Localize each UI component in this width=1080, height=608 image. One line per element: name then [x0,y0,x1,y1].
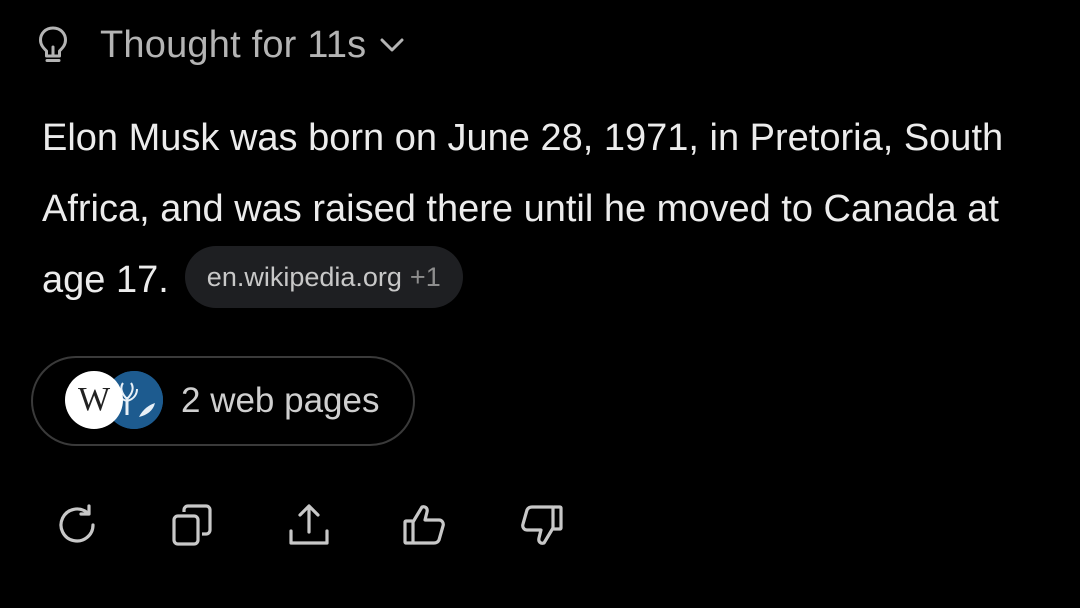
web-pages-label: 2 web pages [181,381,380,420]
thought-toggle[interactable]: Thought for 11s [36,20,408,70]
web-pages-button[interactable]: W 2 web pages [31,356,415,446]
lightbulb-icon [36,23,70,67]
copy-button[interactable] [168,500,218,550]
chevron-down-icon [378,30,408,60]
message-actions [52,500,632,550]
share-button[interactable] [284,500,334,550]
regenerate-icon [59,504,95,543]
thumbs-down-button[interactable] [516,500,566,550]
thumbs-up-icon [403,505,445,545]
thought-label: Thought for 11s [100,23,367,66]
copy-icon [172,504,212,546]
source-citation-chip[interactable]: en.wikipedia.org +1 [184,246,463,308]
thumbs-up-button[interactable] [400,500,450,550]
thumbs-down-icon [521,505,563,545]
wikipedia-favicon: W [65,371,123,429]
assistant-answer: Elon Musk was born on June 28, 1971, in … [42,103,1042,316]
source-domain: en.wikipedia.org [206,262,402,292]
regenerate-button[interactable] [52,500,102,550]
source-favicons: W [65,371,165,431]
source-extra-count: +1 [409,262,441,292]
share-icon [289,504,329,545]
